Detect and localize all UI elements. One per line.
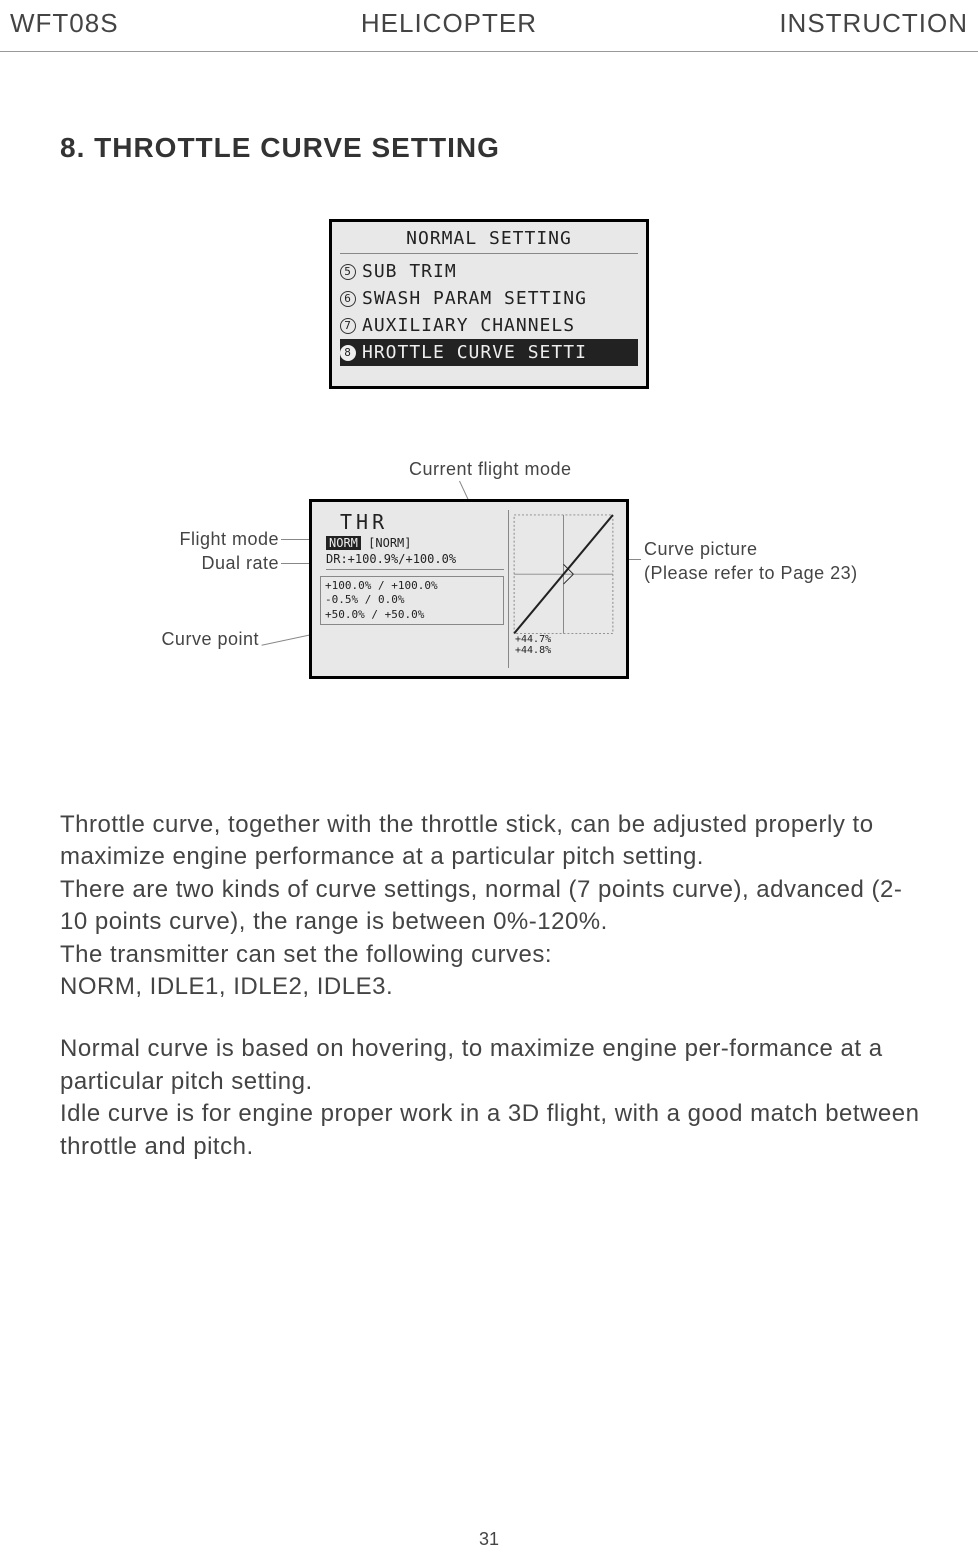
label-dual-rate: Dual rate bbox=[159, 553, 279, 574]
label-flight-mode: Flight mode bbox=[159, 529, 279, 550]
header-center: HELICOPTER bbox=[361, 8, 537, 39]
lcd-menu-title: NORMAL SETTING bbox=[340, 228, 638, 254]
paragraph: Normal curve is based on hovering, to ma… bbox=[60, 1033, 928, 1098]
lcd-item-number: 6 bbox=[340, 291, 356, 307]
lcd-points-box: +100.0% / +100.0% -0.5% / 0.0% +50.0% / … bbox=[320, 576, 504, 625]
page-header: WFT08S HELICOPTER INSTRUCTION bbox=[0, 0, 978, 52]
lcd-menu-item-highlighted: 8 HROTTLE CURVE SETTI bbox=[340, 339, 638, 366]
lcd-menu-item: 6 SWASH PARAM SETTING bbox=[340, 285, 638, 312]
lcd-menu-item: 7 AUXILIARY CHANNELS bbox=[340, 312, 638, 339]
lcd-item-label: SWASH PARAM SETTING bbox=[362, 288, 587, 309]
lcd-item-number: 5 bbox=[340, 264, 356, 280]
lcd-menu-screenshot: NORMAL SETTING 5 SUB TRIM 6 SWASH PARAM … bbox=[329, 219, 649, 389]
paragraph: NORM, IDLE1, IDLE2, IDLE3. bbox=[60, 971, 928, 1003]
paragraph: There are two kinds of curve settings, n… bbox=[60, 874, 928, 939]
paragraph: The transmitter can set the following cu… bbox=[60, 939, 928, 971]
header-right: INSTRUCTION bbox=[779, 8, 968, 39]
lcd-item-label: SUB TRIM bbox=[362, 261, 457, 282]
lcd-detail-title: THR bbox=[340, 510, 504, 534]
annotated-diagram: Current flight mode Flight mode Dual rat… bbox=[59, 459, 919, 719]
lcd-point-row: +50.0% / +50.0% bbox=[325, 608, 499, 622]
lcd-item-number: 7 bbox=[340, 318, 356, 334]
paragraph: Throttle curve, together with the thrott… bbox=[60, 809, 928, 874]
body-text: Throttle curve, together with the thrott… bbox=[60, 809, 928, 1163]
lcd-detail-screenshot: THR NORM [NORM] DR:+100.9%/+100.0% +100.… bbox=[309, 499, 629, 679]
lcd-menu-item: 5 SUB TRIM bbox=[340, 258, 638, 285]
lcd-mode-row: NORM [NORM] bbox=[326, 536, 504, 550]
section-title: 8. THROTTLE CURVE SETTING bbox=[60, 132, 978, 164]
lcd-item-number: 8 bbox=[340, 345, 356, 361]
paragraph: Idle curve is for engine proper work in … bbox=[60, 1098, 928, 1163]
lcd-item-label: AUXILIARY CHANNELS bbox=[362, 315, 575, 336]
lcd-mode-rest: [NORM] bbox=[368, 536, 411, 550]
label-current-flight-mode: Current flight mode bbox=[409, 459, 572, 480]
lcd-point-row: -0.5% / 0.0% bbox=[325, 593, 499, 607]
header-left: WFT08S bbox=[10, 8, 119, 39]
label-curve-picture: Curve picture bbox=[644, 539, 758, 560]
label-refer-page: (Please refer to Page 23) bbox=[644, 563, 858, 584]
lcd-dr-row: DR:+100.9%/+100.0% bbox=[326, 552, 504, 570]
lcd-mode-highlight: NORM bbox=[326, 536, 361, 550]
lcd-point-row: +100.0% / +100.0% bbox=[325, 579, 499, 593]
lcd-curve-graph: +44.7% +44.8% bbox=[508, 510, 618, 668]
leader-line bbox=[261, 633, 315, 645]
page-number: 31 bbox=[0, 1529, 978, 1550]
lcd-graph-value: +44.8% bbox=[515, 645, 551, 656]
lcd-item-label: HROTTLE CURVE SETTI bbox=[362, 342, 587, 363]
label-curve-point: Curve point bbox=[139, 629, 259, 650]
lcd-graph-value: +44.7% bbox=[515, 634, 551, 645]
